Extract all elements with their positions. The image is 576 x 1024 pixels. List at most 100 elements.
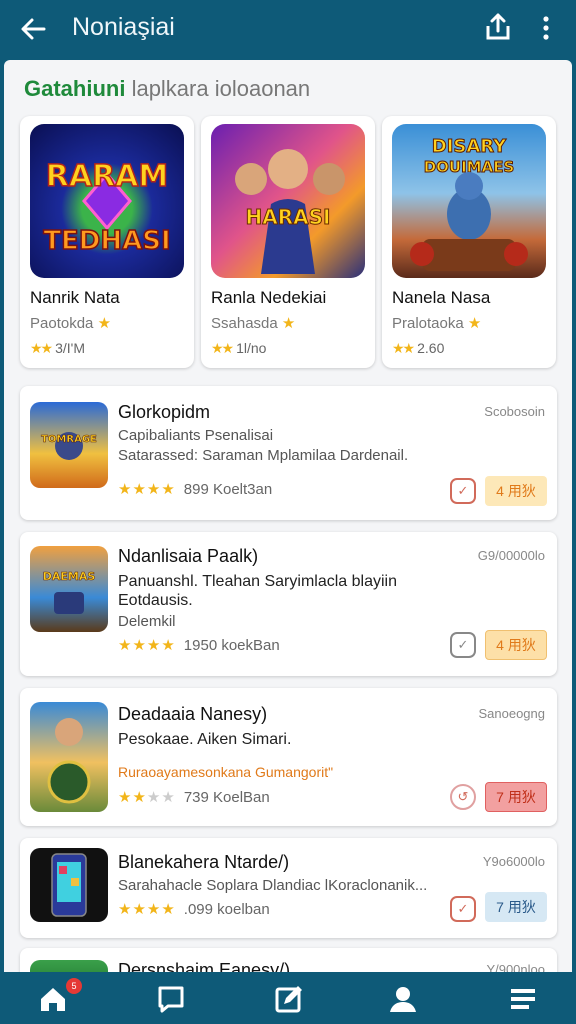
featured-rating: ★★ 3/I'M [30,340,85,357]
app-date: G9/00000lo [477,548,545,563]
rating-stars: ★★ [30,340,53,356]
developer-text: Pralotaoka [392,315,464,332]
menu-icon[interactable] [508,984,538,1014]
star-icon: ★ [467,315,482,332]
svg-text:DISARY: DISARY [432,136,507,157]
developer-text: Paotokda [30,315,94,332]
featured-name: Ranla Nedekiai [211,288,327,307]
app-name: Glorkopidm [118,402,211,422]
list-item[interactable]: Dersnshaim Eanesy/) Y/900nloo [20,948,557,972]
featured-developer: Paotokda ★ [30,314,111,332]
rating-stars-on: ★★ [118,789,147,806]
game-art-graphic: DISARY DOUIMAES [410,136,528,271]
game-art: HARASI [211,124,365,278]
rating-stars-off: ★★ [146,789,176,806]
game-icon [30,848,108,922]
featured-card[interactable]: HARASI Ranla Nedekiai Ssahasda ★ ★★ 1l/no [201,116,375,368]
featured-name: Nanela Nasa [392,288,491,307]
section-title: Gatahiuni laplkara ioloaonan [24,76,310,102]
list-item[interactable]: TOMRAGE Glorkopidm Scobosoin Capibaliant… [20,386,557,520]
edit-icon[interactable] [274,984,304,1014]
featured-card[interactable]: DISARY DOUIMAES Nanela Nasa Pralotaoka ★… [382,116,556,368]
app-date: Sanoeogng [478,706,545,721]
featured-developer: Pralotaoka ★ [392,314,481,332]
wishlist-icon[interactable]: ✓ [450,896,476,922]
app-date: Y9o6000lo [482,854,545,869]
rating-stars: ★★ [211,340,234,356]
app-name: Ndanlisaia Paalk) [118,546,259,566]
section-title-bold: Gatahiuni [24,76,126,101]
back-arrow-icon[interactable] [18,14,48,44]
list-item[interactable]: DAEMAS Ndanlisaia Paalk) G9/00000lo Panu… [20,532,557,676]
app-description: Capibaliants Psenalisai [118,427,274,444]
app-description: Pesokaae. Aiken Simari. [118,731,292,748]
app-rating: ★★★★ 739 KoelBan [118,788,270,806]
rating-stars: ★★★★ [118,901,176,918]
main-content: Gatahiuni laplkara ioloaonan RARAM TEDHA… [4,60,572,972]
rating-stars: ★★★★ [118,637,176,654]
share-icon[interactable] [484,12,512,42]
home-icon[interactable] [38,984,68,1014]
star-icon: ★ [281,315,296,332]
featured-rating: ★★ 1l/no [211,340,266,357]
svg-text:RARAM: RARAM [46,159,169,194]
notification-badge: 5 [66,978,82,994]
clock-icon[interactable]: ↺ [450,784,476,810]
review-count: 899 Koelt3an [183,481,273,498]
game-art: DISARY DOUIMAES [392,124,546,278]
wishlist-icon[interactable]: ✓ [450,632,476,658]
star-icon: ★ [97,315,112,332]
list-item[interactable]: Blanekahera Ntarde/) Y9o6000lo Sarahahac… [20,838,557,938]
app-description: Sarahahacle Soplara Dlandiac lKoraclonan… [118,877,428,894]
featured-rating: ★★ 2.60 [392,340,444,357]
svg-text:HARASI: HARASI [246,205,331,229]
app-bar: Noniaşiai [0,0,576,58]
section-title-rest: laplkara ioloaonan [125,76,311,101]
app-name: Deadaaia Nanesy) [118,704,268,724]
app-rating: ★★★★ 1950 koekBan [118,636,280,654]
install-button[interactable]: 4 用狄 [485,630,547,660]
wishlist-icon[interactable]: ✓ [450,478,476,504]
app-description-2: Delemkil [118,613,176,630]
developer-text: Ssahasda [211,315,278,332]
rating-text: 1l/no [236,340,267,356]
list-item[interactable]: Deadaaia Nanesy) Sanoeogng Pesokaae. Aik… [20,688,557,826]
app-date: Y/900nloo [486,962,545,972]
rating-stars: ★★★★ [118,789,176,806]
review-count: 1950 koekBan [183,637,280,654]
app-rating: ★★★★ 899 Koelt3an [118,480,272,498]
app-description: Panuanshl. Tleahan Saryimlacla blayiin E… [118,573,397,609]
game-icon-graphic [51,853,87,917]
rating-stars: ★★★★ [118,481,176,498]
rating-text: 3/I'M [55,340,86,356]
svg-text:DAEMAS: DAEMAS [43,570,96,583]
featured-developer: Ssahasda ★ [211,314,295,332]
svg-text:TOMRAGE: TOMRAGE [41,434,97,445]
more-vert-icon[interactable] [537,14,555,44]
install-button[interactable]: 4 用狄 [485,476,547,506]
install-button[interactable]: 7 用狄 [485,892,547,922]
game-icon [30,702,108,812]
rating-stars: ★★ [392,340,415,356]
app-rating: ★★★★ .099 koelban [118,900,270,918]
game-icon: DAEMAS [30,546,108,632]
bottom-nav: 5 [0,972,576,1024]
profile-icon[interactable] [388,984,418,1014]
app-promo: Ruraoayamesonkana Gumangorit" [118,764,334,780]
game-art-graphic: RARAM TEDHASI [43,158,172,257]
app-date: Scobosoin [484,404,545,419]
rating-text: 2.60 [417,340,445,356]
game-icon [30,960,108,972]
game-art-graphic: HARASI [235,149,345,274]
game-icon: TOMRAGE [30,402,108,488]
game-icon-graphic: TOMRAGE [41,432,97,460]
featured-card[interactable]: RARAM TEDHASI Nanrik Nata Paotokda ★ ★★ 3… [20,116,194,368]
app-name: Dersnshaim Eanesy/) [118,960,291,972]
app-description-2: Satarassed: Saraman Mplamilaa Dardenail. [118,447,409,464]
chat-icon[interactable] [156,984,186,1014]
featured-name: Nanrik Nata [30,288,120,307]
app-name: Blanekahera Ntarde/) [118,852,290,872]
game-art: RARAM TEDHASI [30,124,184,278]
install-button[interactable]: 7 用狄 [485,782,547,812]
review-count: 739 KoelBan [183,789,270,806]
